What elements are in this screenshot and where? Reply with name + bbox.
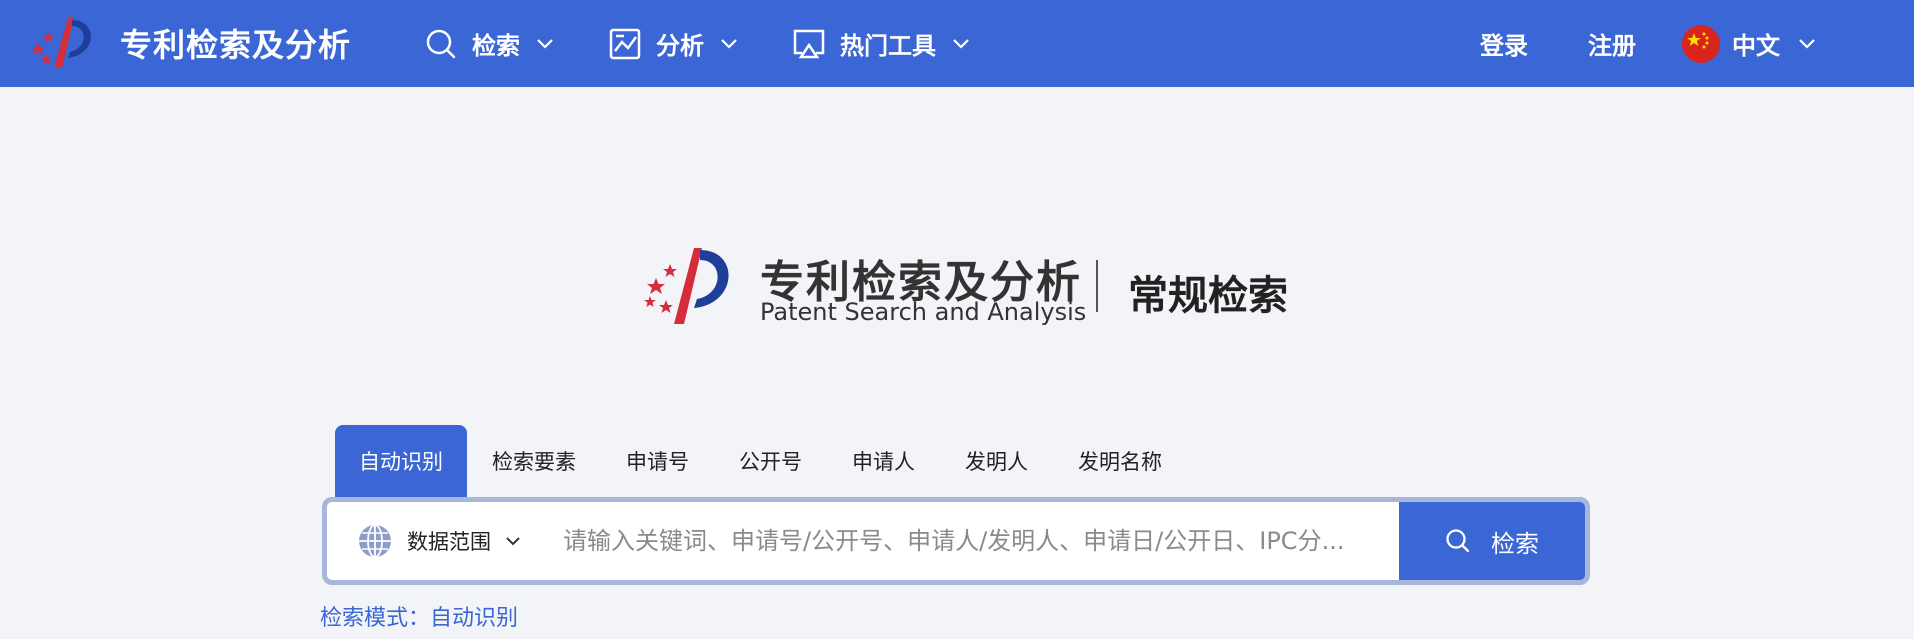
hero-separator <box>1096 260 1098 312</box>
search-input[interactable] <box>561 510 1399 572</box>
chevron-down-icon <box>953 38 969 49</box>
login-link[interactable]: 登录 <box>1480 0 1528 87</box>
nav-search-label: 检索 <box>472 32 520 60</box>
tab-application-number[interactable]: 申请号 <box>601 425 714 497</box>
globe-icon <box>359 524 391 558</box>
nav-tools[interactable]: 热门工具 <box>792 0 970 87</box>
search-mode-text: 检索模式：自动识别 <box>320 606 519 631</box>
screen-cast-icon <box>793 29 825 58</box>
login-label: 登录 <box>1480 32 1528 60</box>
nav-analysis[interactable]: 分析 <box>608 0 738 87</box>
search-icon <box>1446 529 1470 553</box>
data-scope-dropdown[interactable]: 数据范围 <box>357 523 547 559</box>
page-title: 常规检索 <box>1128 273 1288 319</box>
nav-search[interactable]: 检索 <box>424 0 554 87</box>
patent-logo-large-icon <box>644 248 729 324</box>
tab-applicant[interactable]: 申请人 <box>827 425 940 497</box>
nav-tools-label: 热门工具 <box>840 32 936 60</box>
register-label: 注册 <box>1588 32 1636 60</box>
brand-title: 专利检索及分析 <box>120 26 352 64</box>
tab-auto-detect[interactable]: 自动识别 <box>335 425 467 497</box>
brand[interactable]: 专利检索及分析 <box>28 14 351 72</box>
tab-search-elements[interactable]: 检索要素 <box>467 425 601 497</box>
hero-logo-en: Patent Search and Analysis <box>760 298 1087 326</box>
data-scope-label: 数据范围 <box>407 530 491 554</box>
tab-inventor[interactable]: 发明人 <box>940 425 1053 497</box>
search-button[interactable]: 检索 <box>1399 502 1585 580</box>
chart-icon <box>609 28 641 59</box>
patent-logo-icon <box>31 18 92 68</box>
nav-analysis-label: 分析 <box>656 32 704 60</box>
chevron-down-icon <box>537 38 553 49</box>
language-selector[interactable]: 中文 <box>1682 0 1816 87</box>
tab-publication-number[interactable]: 公开号 <box>714 425 827 497</box>
search-button-label: 检索 <box>1491 530 1539 558</box>
search-type-tabs: 自动识别 检索要素 申请号 公开号 申请人 发明人 发明名称 <box>335 425 1187 497</box>
tab-invention-title[interactable]: 发明名称 <box>1053 425 1187 497</box>
register-link[interactable]: 注册 <box>1588 0 1636 87</box>
chevron-down-icon <box>721 38 737 49</box>
china-flag-icon <box>1682 24 1720 63</box>
search-icon <box>426 29 456 58</box>
search-box: 数据范围 检索 <box>322 497 1590 585</box>
language-label: 中文 <box>1732 32 1780 60</box>
chevron-down-icon <box>1799 38 1815 49</box>
chevron-down-icon <box>506 537 520 546</box>
top-navigation-bar: 专利检索及分析 检索 分析 热门工具 登录 注册 中文 <box>0 0 1914 87</box>
